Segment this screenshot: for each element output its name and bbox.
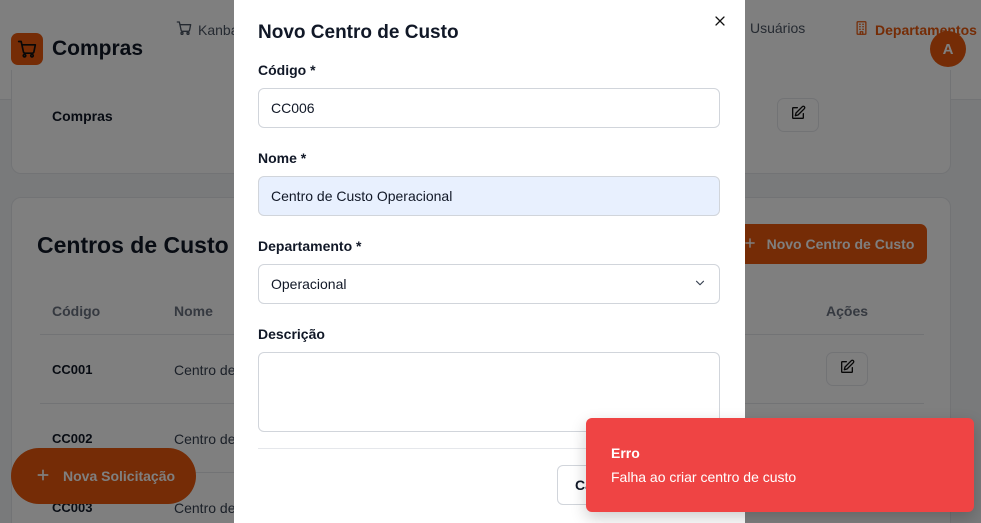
name-label: Nome * bbox=[258, 150, 307, 166]
description-label: Descrição bbox=[258, 326, 325, 342]
code-label: Código * bbox=[258, 62, 316, 78]
toast-title: Erro bbox=[611, 445, 640, 461]
chevron-down-icon bbox=[693, 276, 707, 293]
department-label: Departamento * bbox=[258, 238, 362, 254]
name-value: Centro de Custo Operacional bbox=[271, 188, 453, 204]
name-field[interactable]: Centro de Custo Operacional bbox=[258, 176, 720, 216]
department-value: Operacional bbox=[271, 276, 347, 292]
close-icon bbox=[714, 14, 726, 32]
dialog-title: Novo Centro de Custo bbox=[258, 22, 459, 43]
close-button[interactable] bbox=[710, 13, 730, 33]
department-select[interactable]: Operacional bbox=[258, 264, 720, 304]
error-toast[interactable]: Erro Falha ao criar centro de custo bbox=[586, 418, 974, 512]
code-field[interactable]: CC006 bbox=[258, 88, 720, 128]
code-value: CC006 bbox=[271, 100, 315, 116]
toast-message: Falha ao criar centro de custo bbox=[611, 469, 797, 485]
